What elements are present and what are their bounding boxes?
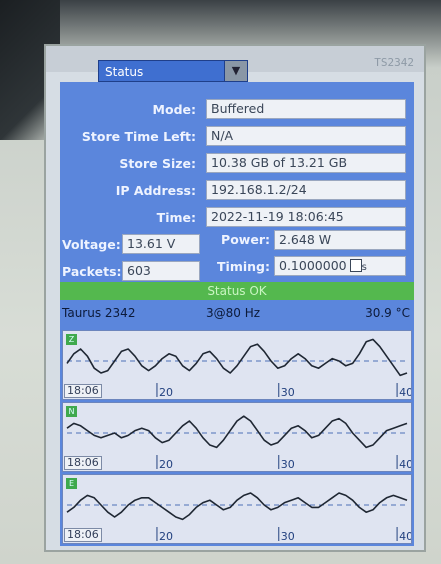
chart-e-start-time: 18:06 (64, 528, 102, 542)
x-tick-label: 20 (159, 386, 173, 399)
x-tick-label: 40 (399, 458, 411, 471)
packets-label: Packets: (62, 264, 122, 279)
voltage-label: Voltage: (62, 237, 121, 252)
time-label: Time: (156, 210, 196, 225)
x-tick-label: 40 (399, 530, 411, 543)
chart-n-svg: 20 30 40 (66, 415, 411, 471)
timing-value: 0.1000000 (279, 258, 347, 273)
power-label: Power: (221, 232, 270, 247)
status-info-row: Taurus 2342 3@80 Hz 30.9 °C (60, 304, 414, 322)
waveform-trace-n (66, 415, 408, 449)
timing-field[interactable]: 0.1000000 s (274, 256, 406, 276)
device-id: TS2342 (374, 56, 414, 69)
status-panel: Mode: Buffered Store Time Left: N/A Stor… (60, 82, 414, 330)
waveform-charts: 20 30 40 Z 18:06 20 30 40 N 18:06 20 30 40 E 1… (60, 330, 414, 546)
channel-tag-n: N (66, 406, 77, 417)
view-select[interactable]: Status ▼ (98, 60, 248, 82)
power-field[interactable]: 2.648 W (274, 230, 406, 250)
store-time-left-field[interactable]: N/A (206, 126, 406, 146)
store-time-left-label: Store Time Left: (81, 129, 196, 144)
x-tick-label: 30 (281, 458, 295, 471)
x-tick-label: 20 (159, 458, 173, 471)
x-tick-label: 20 (159, 530, 173, 543)
chart-z-svg: 20 30 40 (66, 338, 411, 399)
store-size-label: Store Size: (119, 156, 196, 171)
chart-z: 20 30 40 Z 18:06 (62, 330, 412, 400)
packets-field[interactable]: 603 (122, 261, 200, 281)
chevron-down-icon[interactable]: ▼ (224, 61, 247, 81)
timing-unit: s (361, 262, 367, 273)
chart-n-start-time: 18:06 (64, 456, 102, 470)
channel-tag-e: E (66, 478, 77, 489)
store-size-field[interactable]: 10.38 GB of 13.21 GB (206, 153, 406, 173)
mode-field[interactable]: Buffered (206, 99, 406, 119)
temperature: 30.9 °C (365, 306, 410, 320)
view-select-value: Status (105, 65, 144, 79)
chart-n: 20 30 40 N 18:06 (62, 402, 412, 472)
ip-address-field[interactable]: 192.168.1.2/24 (206, 180, 406, 200)
sample-rate: 3@80 Hz (206, 306, 261, 320)
waveform-trace-e (66, 492, 408, 521)
x-tick-label: 30 (281, 386, 295, 399)
channel-tag-z: Z (66, 334, 77, 345)
device-name: Taurus 2342 (62, 306, 136, 320)
ip-address-label: IP Address: (115, 183, 196, 198)
x-tick-label: 30 (281, 530, 295, 543)
x-tick-label: 40 (399, 386, 411, 399)
chart-z-start-time: 18:06 (64, 384, 102, 398)
chart-e: 20 30 40 E 18:06 (62, 474, 412, 544)
time-field[interactable]: 2022-11-19 18:06:45 (206, 207, 406, 227)
timing-label: Timing: (217, 259, 270, 274)
mode-label: Mode: (152, 102, 196, 117)
status-ok-bar: Status OK (60, 282, 414, 300)
chart-e-svg: 20 30 40 (66, 492, 411, 543)
waveform-trace-z (66, 338, 408, 377)
device-screen: Status ▼ TS2342 Mode: Buffered Store Tim… (44, 44, 426, 552)
voltage-field[interactable]: 13.61 V (122, 234, 200, 254)
timing-checkbox[interactable] (349, 259, 362, 272)
